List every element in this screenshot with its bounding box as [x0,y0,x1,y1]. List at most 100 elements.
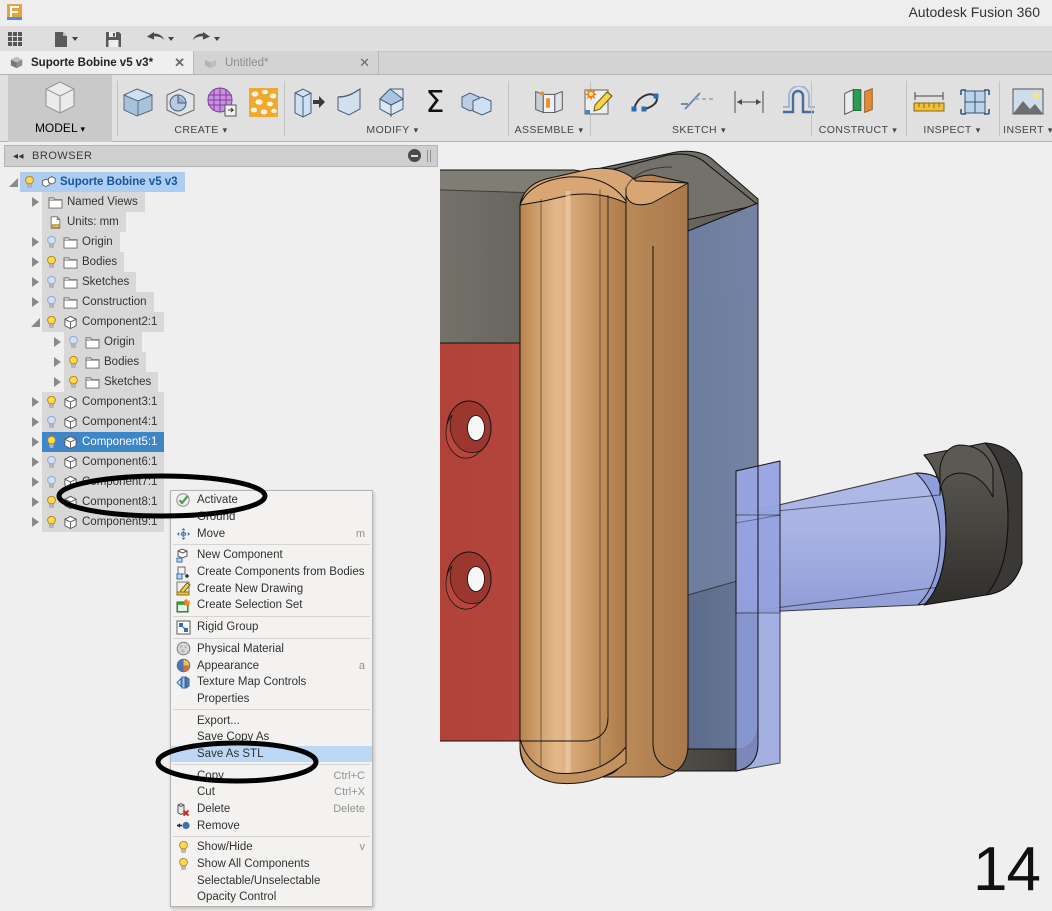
tree-row-construction[interactable]: Construction [0,292,440,312]
menu-item-activate[interactable]: Activate [171,492,372,509]
tree-row-component2-1[interactable]: Component2:1 [0,312,440,332]
tree-row-named-views[interactable]: Named Views [0,192,440,212]
ribbon-group-label-assemble[interactable]: ASSEMBLE ▾ [515,121,584,139]
sketch-trim-tool[interactable] [680,83,718,121]
menu-item-appearance[interactable]: Appearance a [171,657,372,674]
expander-collapsed-icon[interactable] [50,352,64,372]
expander-collapsed-icon[interactable] [50,372,64,392]
menu-item-create-components-from-bodies[interactable]: Create Components from Bodies [171,564,372,581]
expander-collapsed-icon[interactable] [28,492,42,512]
bulb-icon[interactable] [66,375,81,390]
ribbon-group-label-modify[interactable]: MODIFY ▾ [366,121,418,139]
create-mesh-tool[interactable] [203,83,241,121]
expander-expanded-icon[interactable] [6,172,20,192]
bulb-icon[interactable] [44,275,59,290]
bulb-icon[interactable] [44,515,59,530]
create-box-tool[interactable] [119,83,157,121]
menu-item-cut[interactable]: Cut Ctrl+X [171,784,372,801]
tree-row-content[interactable]: Component7:1 [42,472,165,492]
expander-collapsed-icon[interactable] [28,252,42,272]
ribbon-group-label-inspect[interactable]: INSPECT ▾ [923,121,980,139]
menu-item-save-as-stl[interactable]: Save As STL [171,745,372,763]
bulb-icon[interactable] [44,315,59,330]
expander-collapsed-icon[interactable] [28,412,42,432]
tree-row-content[interactable]: Sketches [64,372,159,392]
modify-combine-tool[interactable] [458,83,496,121]
menu-item-selectable-unselectable[interactable]: Selectable/Unselectable [171,872,372,889]
bulb-icon[interactable] [44,435,59,450]
bulb-icon[interactable] [44,415,59,430]
bulb-icon[interactable] [44,395,59,410]
tree-row-content[interactable]: Origin [64,332,142,352]
modify-fillet-tool[interactable] [332,83,370,121]
bulb-icon[interactable] [22,175,37,190]
tree-row-units-mm[interactable]: Units: mm [0,212,440,232]
panel-grip-icon[interactable] [427,149,431,162]
save-button[interactable] [105,29,122,49]
expander-collapsed-icon[interactable] [28,392,42,412]
tree-row-content[interactable]: Bodies [42,252,125,272]
bulb-icon[interactable] [44,235,59,250]
menu-item-texture-map-controls[interactable]: Texture Map Controls [171,674,372,691]
bulb-icon[interactable] [44,295,59,310]
tree-row-sketches[interactable]: Sketches [0,272,440,292]
menu-item-copy[interactable]: Copy Ctrl+C [171,767,372,784]
close-icon[interactable]: ✕ [174,56,185,69]
menu-item-ground[interactable]: Ground [171,509,372,526]
tree-row-bodies[interactable]: Bodies [0,252,440,272]
expander-collapsed-icon[interactable] [28,472,42,492]
tree-row-component4-1[interactable]: Component4:1 [0,412,440,432]
menu-item-physical-material[interactable]: Physical Material [171,641,372,658]
tree-row-content[interactable]: Named Views [42,192,145,212]
tree-row-content[interactable]: Component3:1 [42,392,165,412]
create-revolve-tool[interactable] [161,83,199,121]
menu-item-create-new-drawing[interactable]: Create New Drawing [171,580,372,597]
menu-item-properties[interactable]: Properties [171,691,372,708]
ribbon-group-label-insert[interactable]: INSERT ▾ [1003,121,1052,139]
ribbon-group-label-create[interactable]: CREATE ▾ [174,121,227,139]
bulb-icon[interactable] [44,495,59,510]
assemble-joint-tool[interactable] [530,83,568,121]
tree-row-origin[interactable]: Origin [0,232,440,252]
expander-collapsed-icon[interactable] [28,192,42,212]
insert-decal-tool[interactable] [1009,83,1047,121]
tree-row-content[interactable]: Component8:1 [42,492,165,512]
ribbon-group-label-sketch[interactable]: SKETCH ▾ [672,121,726,139]
bulb-icon[interactable] [44,455,59,470]
modify-chamfer-tool[interactable] [374,83,412,121]
menu-item-rigid-group[interactable]: Rigid Group [171,619,372,636]
tree-row-bodies[interactable]: Bodies [0,352,440,372]
tree-row-component6-1[interactable]: Component6:1 [0,452,440,472]
bulb-icon[interactable] [66,355,81,370]
construct-plane-tool[interactable] [839,83,877,121]
expander-collapsed-icon[interactable] [28,452,42,472]
bulb-icon[interactable] [44,255,59,270]
create-sculpt-tool[interactable] [245,83,283,121]
undo-button[interactable] [146,29,174,49]
menu-item-new-component[interactable]: New Component [171,547,372,564]
3d-viewport[interactable]: 14 [440,143,1052,911]
bulb-icon[interactable] [66,335,81,350]
bulb-icon[interactable] [44,475,59,490]
sketch-dimension-tool[interactable] [730,83,768,121]
document-tab-0[interactable]: Suporte Bobine v5 v3* ✕ [0,51,194,74]
tree-row-content[interactable]: Construction [42,292,154,312]
tree-row-content[interactable]: Origin [42,232,120,252]
expander-collapsed-icon[interactable] [28,432,42,452]
tree-row-component7-1[interactable]: Component7:1 [0,472,440,492]
menu-item-create-selection-set[interactable]: Create Selection Set [171,597,372,614]
expander-expanded-icon[interactable] [28,312,42,332]
collapse-panel-icon[interactable]: ◂◂ [13,151,24,162]
circle-minus-icon[interactable] [408,149,421,162]
menu-item-move[interactable]: Move m [171,525,372,542]
inspect-section-tool[interactable] [956,83,994,121]
ribbon-group-label-construct[interactable]: CONSTRUCT ▾ [819,121,897,139]
expander-collapsed-icon[interactable] [28,292,42,312]
tree-row-suporte-bobine-v5-v3[interactable]: Suporte Bobine v5 v3 [0,172,440,192]
menu-item-opacity-control[interactable]: Opacity Control [171,889,372,906]
menu-item-export[interactable]: Export... [171,712,372,729]
modify-press-pull-tool[interactable] [290,83,328,121]
menu-item-delete[interactable]: Delete Delete [171,801,372,818]
inspect-measure-tool[interactable] [910,83,948,121]
tree-row-sketches[interactable]: Sketches [0,372,440,392]
